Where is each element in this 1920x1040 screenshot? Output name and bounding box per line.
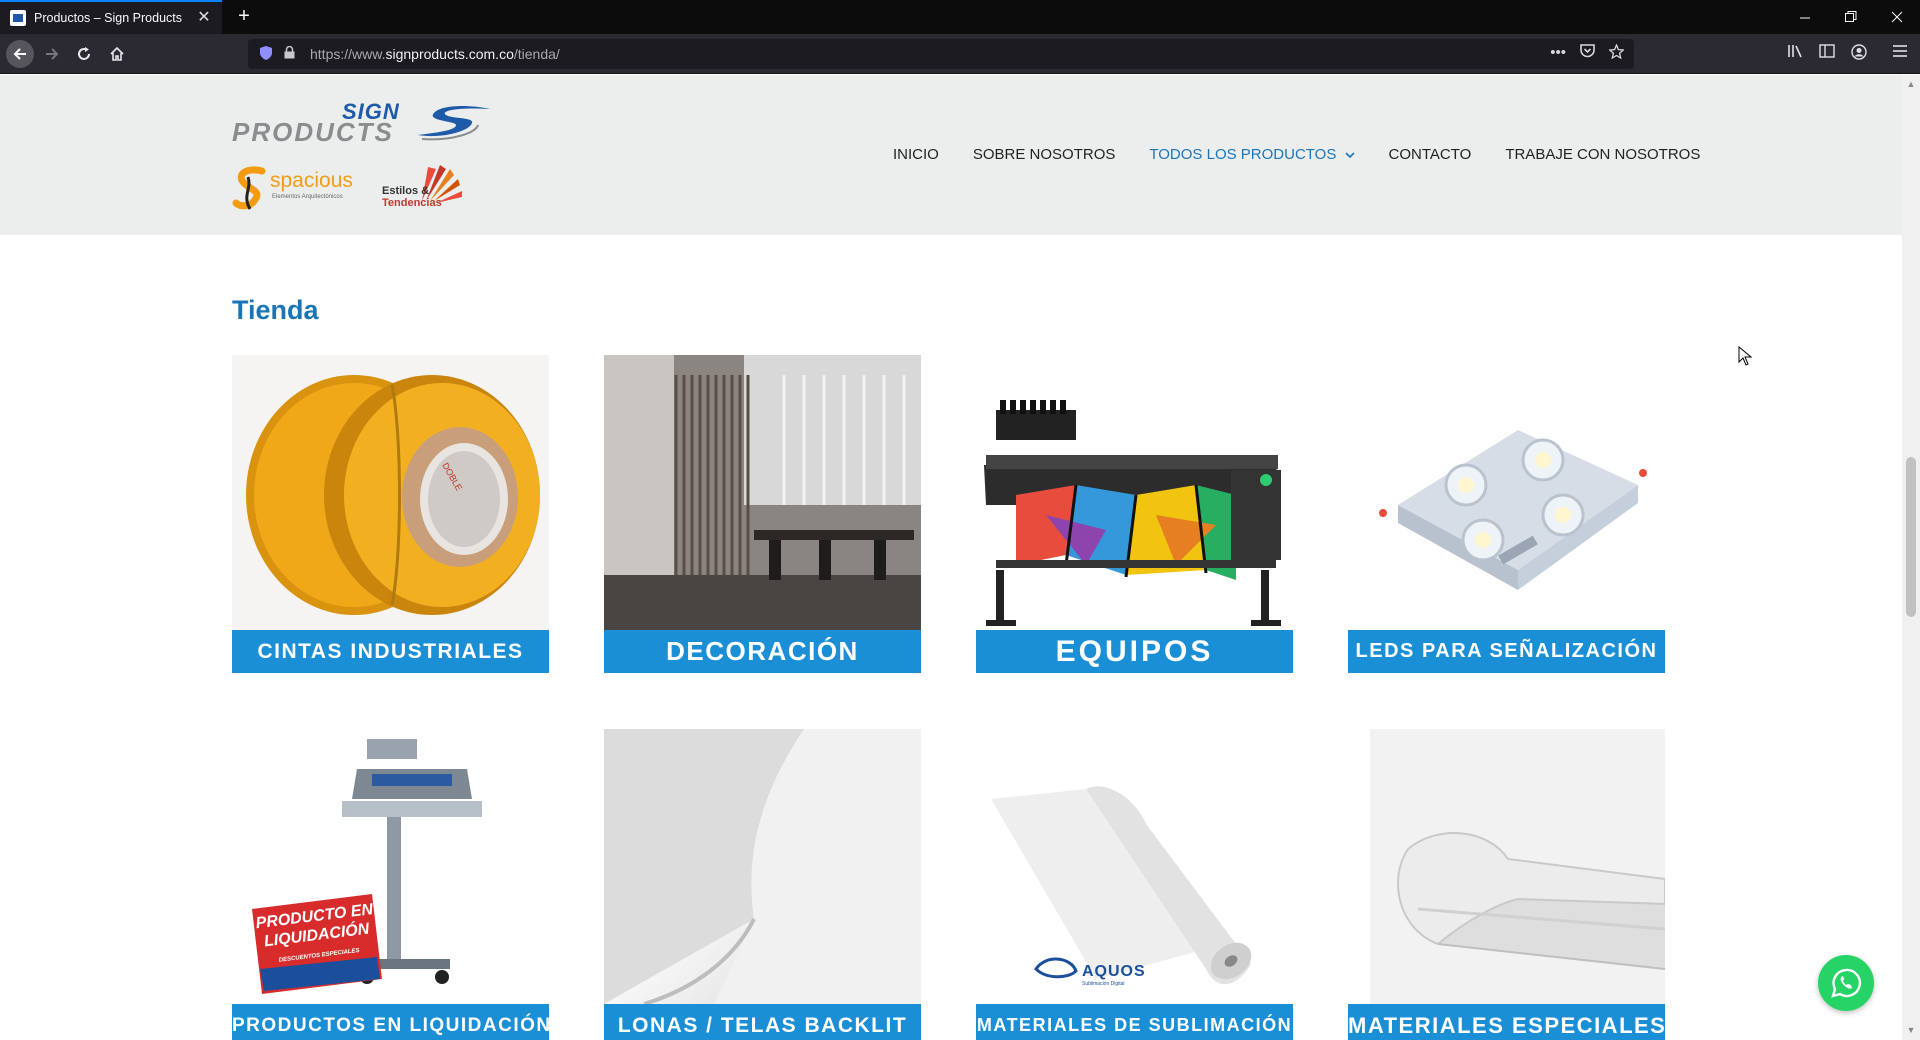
chevron-down-icon bbox=[1344, 152, 1355, 159]
browser-tab[interactable]: Productos – Sign Products ✕ bbox=[0, 0, 222, 34]
nav-todos-los-productos[interactable]: TODOS LOS PRODUCTOS bbox=[1149, 146, 1355, 163]
minimize-icon bbox=[1799, 17, 1810, 18]
browser-tab-bar: Productos – Sign Products ✕ + bbox=[0, 0, 1920, 34]
back-button[interactable] bbox=[6, 40, 34, 68]
mouse-cursor-icon bbox=[1738, 346, 1752, 366]
spacious-logo: spacious Elementos Arquitectónicos bbox=[232, 165, 362, 211]
category-card-materiales-de-sublimacion[interactable]: AQUOS Sublimación Digital MATERIALES DE … bbox=[976, 729, 1293, 1040]
logo-products-text: PRODUCTS bbox=[232, 117, 394, 147]
backlit-fabric-image bbox=[604, 729, 921, 1004]
restore-button[interactable] bbox=[1828, 0, 1874, 34]
nav-trabaje-con-nosotros[interactable]: TRABAJE CON NOSOTROS bbox=[1505, 146, 1700, 163]
category-label: DECORACIÓN bbox=[604, 630, 921, 673]
pocket-icon[interactable] bbox=[1580, 44, 1595, 63]
category-label: CINTAS INDUSTRIALES bbox=[232, 630, 549, 673]
spacious-subtext: Elementos Arquitectónicos bbox=[272, 194, 343, 200]
reload-button[interactable] bbox=[70, 40, 98, 68]
whatsapp-icon bbox=[1831, 968, 1862, 998]
browser-toolbar: https://www. signproducts.com.co/tienda/ … bbox=[0, 34, 1920, 74]
led-module-image bbox=[1348, 355, 1665, 630]
scrollbar-thumb[interactable] bbox=[1906, 457, 1916, 617]
category-label: MATERIALES ESPECIALES bbox=[1348, 1004, 1665, 1040]
wide-format-printer-image bbox=[976, 355, 1293, 630]
url-prefix: https://www. bbox=[310, 46, 386, 62]
home-button[interactable] bbox=[103, 40, 131, 68]
aquos-brand-text: AQUOS bbox=[1082, 963, 1146, 980]
tape-rolls-image: DOBLE bbox=[232, 355, 549, 630]
sidebar-toggle-icon[interactable] bbox=[1816, 44, 1838, 63]
category-card-lonas-telas-backlit[interactable]: LONAS / TELAS BACKLIT bbox=[604, 729, 921, 1040]
home-icon bbox=[110, 46, 124, 61]
category-label: EQUIPOS bbox=[976, 630, 1293, 673]
estilos-text: Estilos & bbox=[382, 185, 430, 197]
category-label: LEDS PARA SEÑALIZACIÓN bbox=[1348, 630, 1665, 673]
category-label: PRODUCTOS EN LIQUIDACIÓN bbox=[232, 1004, 550, 1040]
nav-sobre-nosotros[interactable]: SOBRE NOSOTROS bbox=[973, 146, 1116, 163]
whatsapp-chat-button[interactable] bbox=[1818, 955, 1874, 1011]
category-card-equipos[interactable]: EQUIPOS bbox=[976, 355, 1293, 673]
tendencias-text: Tendencias bbox=[382, 197, 442, 209]
site-favicon-icon bbox=[10, 10, 26, 26]
estilos-tendencias-logo: Estilos & Tendencias bbox=[382, 161, 472, 213]
heat-press-image: PRODUCTO EN LIQUIDACIÓN DESCUENTOS ESPEC… bbox=[232, 729, 549, 1004]
category-card-decoracion[interactable]: DECORACIÓN bbox=[604, 355, 921, 673]
forward-button[interactable] bbox=[38, 40, 66, 68]
close-window-button[interactable] bbox=[1874, 0, 1920, 34]
spacious-text: spacious bbox=[270, 169, 353, 192]
account-icon[interactable] bbox=[1848, 44, 1870, 65]
page-actions-icon[interactable]: ••• bbox=[1550, 44, 1566, 63]
lock-icon[interactable] bbox=[284, 45, 298, 62]
close-icon bbox=[1891, 11, 1903, 23]
page-title: Tienda bbox=[232, 295, 319, 325]
restore-icon bbox=[1845, 11, 1857, 22]
tab-title: Productos – Sign Products bbox=[34, 11, 182, 25]
menu-hamburger-icon[interactable] bbox=[1889, 44, 1911, 62]
logo-swoosh-icon bbox=[418, 106, 490, 141]
category-label: MATERIALES DE SUBLIMACIÓN bbox=[976, 1004, 1293, 1040]
nav-inicio[interactable]: INICIO bbox=[893, 146, 939, 163]
nav-contacto[interactable]: CONTACTO bbox=[1389, 146, 1472, 163]
address-bar[interactable]: https://www. signproducts.com.co/tienda/ … bbox=[248, 39, 1634, 69]
tracking-protection-shield-icon[interactable] bbox=[260, 46, 274, 62]
clear-film-image bbox=[1348, 729, 1665, 1004]
url-path: /tienda/ bbox=[513, 46, 560, 62]
aquos-brand-subtext: Sublimación Digital bbox=[1082, 981, 1125, 987]
main-navigation: INICIO SOBRE NOSOTROS TODOS LOS PRODUCTO… bbox=[893, 146, 1700, 163]
paper-roll-image: AQUOS Sublimación Digital bbox=[976, 729, 1293, 1004]
url-host: signproducts.com.co bbox=[385, 46, 514, 62]
new-tab-button[interactable]: + bbox=[232, 5, 256, 29]
category-card-leds[interactable]: LEDS PARA SEÑALIZACIÓN bbox=[1348, 355, 1665, 673]
nav-todos-los-productos-label: TODOS LOS PRODUCTOS bbox=[1149, 146, 1337, 163]
tab-close-button[interactable]: ✕ bbox=[196, 10, 212, 26]
category-card-cintas-industriales[interactable]: DOBLE CINTAS INDUSTRIALES bbox=[232, 355, 549, 673]
arrow-left-icon bbox=[13, 48, 26, 60]
category-card-materiales-especiales[interactable]: MATERIALES ESPECIALES bbox=[1348, 729, 1665, 1040]
arrow-right-icon bbox=[46, 48, 59, 60]
library-icon[interactable] bbox=[1784, 44, 1806, 63]
site-logo[interactable]: SIGN PRODUCTS spacious Elementos Arquite… bbox=[232, 99, 492, 217]
scroll-up-arrow-icon[interactable]: ▲ bbox=[1906, 79, 1916, 89]
scroll-down-arrow-icon[interactable]: ▼ bbox=[1906, 1025, 1916, 1035]
site-header: SIGN PRODUCTS spacious Elementos Arquite… bbox=[0, 75, 1902, 235]
bookmark-star-icon[interactable] bbox=[1608, 43, 1625, 63]
category-label: LONAS / TELAS BACKLIT bbox=[604, 1004, 921, 1040]
spacious-s-icon bbox=[232, 166, 266, 210]
minimize-button[interactable] bbox=[1782, 0, 1828, 34]
reload-icon bbox=[78, 47, 90, 60]
category-card-productos-en-liquidacion[interactable]: PRODUCTO EN LIQUIDACIÓN DESCUENTOS ESPEC… bbox=[232, 729, 550, 1040]
page-viewport: SIGN PRODUCTS spacious Elementos Arquite… bbox=[0, 75, 1902, 1040]
office-glass-partition-image bbox=[604, 355, 921, 630]
page-scrollbar[interactable]: ▲ ▼ bbox=[1902, 75, 1920, 1040]
